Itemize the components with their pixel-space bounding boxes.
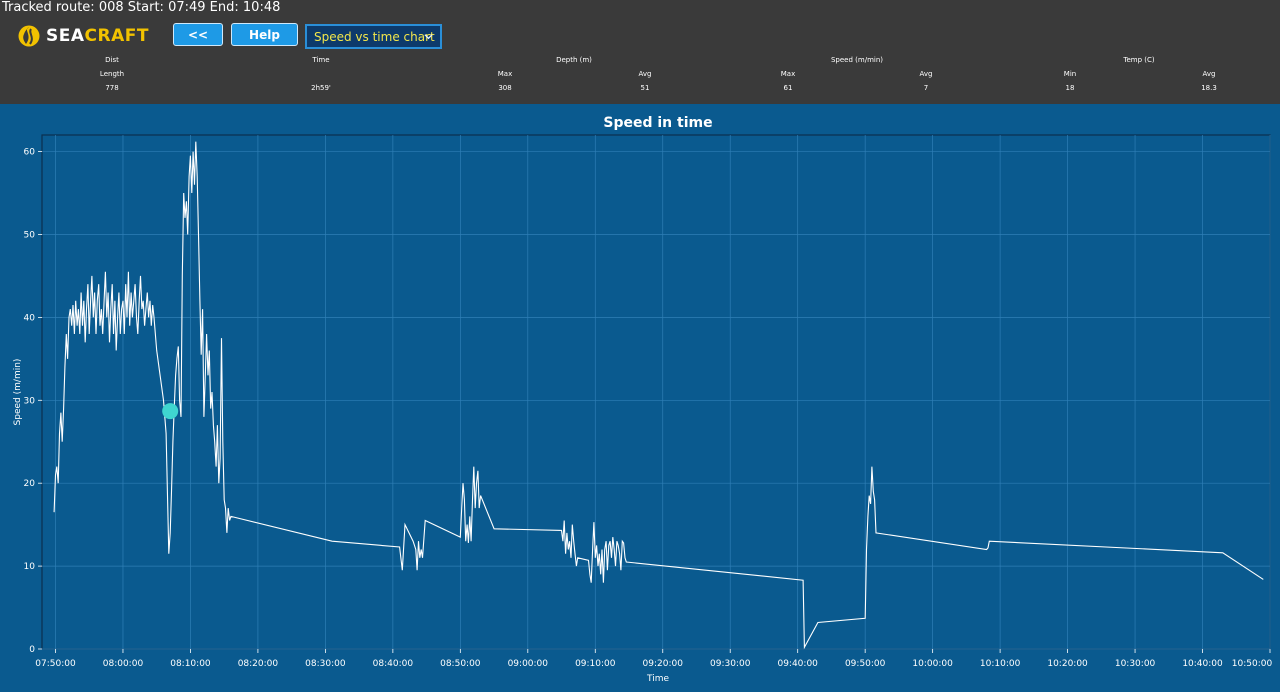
x-tick-label: 08:30:00 [305, 659, 346, 669]
y-tick-label: 30 [24, 396, 36, 406]
brand-prefix: SEA [46, 26, 85, 46]
chart-title: Speed in time [603, 115, 712, 131]
stat-speed-avg-label: Avg [919, 70, 933, 78]
x-tick-label: 09:50:00 [845, 659, 886, 669]
brand-suffix: CRAFT [84, 26, 149, 46]
x-tick-label: 07:50:00 [35, 659, 76, 669]
x-tick-label: 10:50:00 [1232, 659, 1273, 669]
stat-length-value: 778 [105, 84, 119, 92]
x-tick-label: 10:00:00 [912, 659, 953, 669]
x-axis: 07:50:00 08:00:00 08:10:00 08:20:00 08:30:00… [35, 649, 1272, 669]
y-tick-label: 0 [29, 645, 35, 655]
stat-temp-min-value: 18 [1065, 84, 1075, 92]
stat-depth-max-label: Max [497, 70, 513, 78]
chart-type-select-value: Speed vs time chart [314, 29, 435, 44]
stat-length-label: Length [99, 70, 125, 78]
top-bar: Tracked route: 008 Start: 07:49 End: 10:… [0, 0, 1280, 104]
x-tick-label: 09:40:00 [777, 659, 818, 669]
x-tick-label: 09:00:00 [508, 659, 549, 669]
start-label: Start: [127, 0, 164, 15]
x-tick-label: 09:20:00 [643, 659, 684, 669]
stat-speed-max-label: Max [780, 70, 796, 78]
end-time: 10:48 [242, 0, 281, 15]
x-tick-label: 10:10:00 [980, 659, 1021, 669]
stat-speed-max-value: 61 [783, 84, 793, 92]
x-tick-label: 10:40:00 [1182, 659, 1223, 669]
stat-temp-avg-label: Avg [1202, 70, 1216, 78]
speed-chart: Speed in time Speed (m/min) Time 0 10 20 30… [13, 115, 1272, 684]
y-tick-label: 10 [24, 562, 36, 572]
stat-speed-avg-value: 7 [923, 84, 929, 92]
y-axis: 0 10 20 30 40 50 60 [24, 148, 42, 655]
brand-name: SEACRAFT [46, 26, 149, 46]
x-tick-label: 08:20:00 [238, 659, 279, 669]
x-tick-label: 08:50:00 [440, 659, 481, 669]
stat-group-time: Time [312, 56, 330, 64]
chevron-down-icon [424, 34, 433, 40]
stat-group-temp: Temp (C) [1123, 56, 1155, 64]
position-marker[interactable] [162, 403, 179, 420]
route-info: Tracked route: 008 Start: 07:49 End: 10:… [2, 0, 280, 15]
y-axis-label: Speed (m/min) [13, 359, 23, 426]
x-tick-label: 10:20:00 [1047, 659, 1088, 669]
end-label: End: [209, 0, 239, 15]
x-tick-label: 08:00:00 [103, 659, 144, 669]
plot-frame [41, 134, 1271, 650]
speed-series-line [53, 141, 1264, 650]
x-tick-label: 09:30:00 [710, 659, 751, 669]
stat-group-speed: Speed (m/min) [830, 56, 884, 64]
stat-depth-avg-value: 51 [640, 84, 650, 92]
speed-chart-panel: Speed in time Speed (m/min) Time 0 10 20 30… [0, 104, 1280, 688]
x-axis-label: Time [646, 674, 669, 684]
back-button[interactable]: << [173, 23, 223, 46]
y-tick-label: 60 [24, 148, 36, 158]
y-tick-label: 40 [24, 313, 36, 323]
seacraft-logo: SEACRAFT [18, 24, 149, 48]
help-button[interactable]: Help [231, 23, 298, 46]
seacraft-logo-icon [18, 25, 40, 47]
stat-depth-avg-label: Avg [638, 70, 652, 78]
x-tick-label: 10:30:00 [1115, 659, 1156, 669]
stat-group-dist: Dist [105, 56, 119, 64]
stat-temp-avg-value: 18.3 [1201, 84, 1217, 92]
chart-type-select[interactable]: Speed vs time chart [305, 24, 442, 49]
grid [42, 135, 1271, 650]
x-tick-label: 08:10:00 [170, 659, 211, 669]
route-id: 008 [98, 0, 124, 15]
stat-group-depth: Depth (m) [556, 56, 592, 64]
y-tick-label: 50 [24, 230, 36, 240]
stat-depth-max-value: 308 [498, 84, 512, 92]
stat-time-value: 2h59' [311, 84, 331, 92]
x-tick-label: 09:10:00 [575, 659, 616, 669]
x-tick-label: 08:40:00 [373, 659, 414, 669]
route-label: Tracked route: [2, 0, 95, 15]
y-tick-label: 20 [24, 479, 36, 489]
start-time: 07:49 [168, 0, 206, 15]
stat-temp-min-label: Min [1063, 70, 1077, 78]
